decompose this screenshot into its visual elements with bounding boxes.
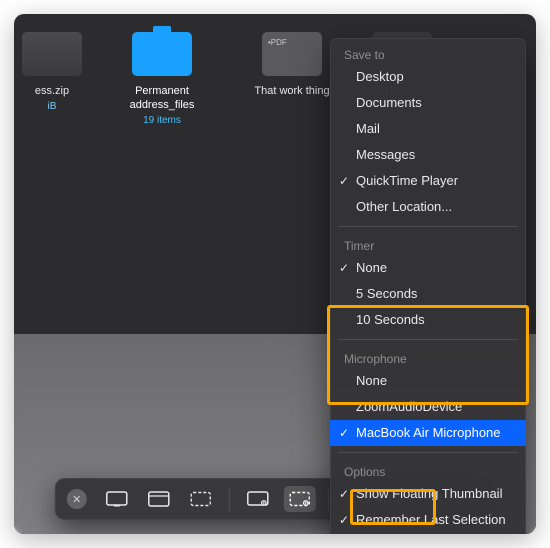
timer-10s[interactable]: 10 Seconds (330, 307, 526, 333)
section-header-save-to: Save to (330, 42, 526, 64)
opt-mouse-clicks[interactable]: Show Mouse Clicks (330, 533, 526, 534)
mic-none[interactable]: None (330, 368, 526, 394)
window-icon (148, 491, 170, 507)
timer-none[interactable]: None (330, 255, 526, 281)
menu-divider (338, 339, 518, 340)
menu-divider (338, 226, 518, 227)
desktop-background: ess.zip iB Permanent address_files 19 it… (14, 14, 536, 534)
record-screen-icon (247, 491, 269, 507)
record-selection-icon (289, 491, 311, 507)
selection-icon (190, 491, 212, 507)
menu-divider (338, 452, 518, 453)
file-item[interactable]: That work thing (242, 32, 342, 98)
file-item-selected[interactable]: Permanent address_files 19 items (112, 32, 212, 128)
file-name: ess.zip (22, 84, 82, 98)
toolbar-separator (229, 487, 230, 511)
mic-macbook[interactable]: MacBook Air Microphone (330, 420, 526, 446)
capture-entire-screen-button[interactable] (101, 486, 133, 512)
record-selection-button[interactable] (284, 486, 316, 512)
section-header-microphone: Microphone (330, 346, 526, 368)
folder-icon (132, 32, 192, 76)
file-item[interactable]: ess.zip iB (22, 32, 82, 114)
zip-icon (22, 32, 82, 76)
opt-remember-selection[interactable]: Remember Last Selection (330, 507, 526, 533)
save-to-other[interactable]: Other Location... (330, 194, 526, 220)
opt-floating-thumb[interactable]: Show Floating Thumbnail (330, 481, 526, 507)
section-header-options: Options (330, 459, 526, 481)
toolbar-separator (328, 487, 329, 511)
save-to-messages[interactable]: Messages (330, 142, 526, 168)
close-button[interactable]: ✕ (67, 489, 87, 509)
section-header-timer: Timer (330, 233, 526, 255)
save-to-desktop[interactable]: Desktop (330, 64, 526, 90)
screen-icon (106, 491, 128, 507)
timer-5s[interactable]: 5 Seconds (330, 281, 526, 307)
mic-zoom[interactable]: ZoomAudioDevice (330, 394, 526, 420)
file-name: That work thing (242, 84, 342, 98)
save-to-documents[interactable]: Documents (330, 90, 526, 116)
capture-selection-button[interactable] (185, 486, 217, 512)
close-icon: ✕ (72, 493, 81, 506)
options-popover: Save to Desktop Documents Mail Messages … (330, 38, 526, 534)
pdf-icon (262, 32, 322, 76)
record-entire-screen-button[interactable] (242, 486, 274, 512)
file-name: Permanent address_files (112, 84, 212, 112)
save-to-quicktime[interactable]: QuickTime Player (330, 168, 526, 194)
file-sub: iB (22, 100, 82, 114)
save-to-mail[interactable]: Mail (330, 116, 526, 142)
capture-window-button[interactable] (143, 486, 175, 512)
file-sub: 19 items (112, 114, 212, 128)
finder-window: ess.zip iB Permanent address_files 19 it… (14, 14, 536, 534)
